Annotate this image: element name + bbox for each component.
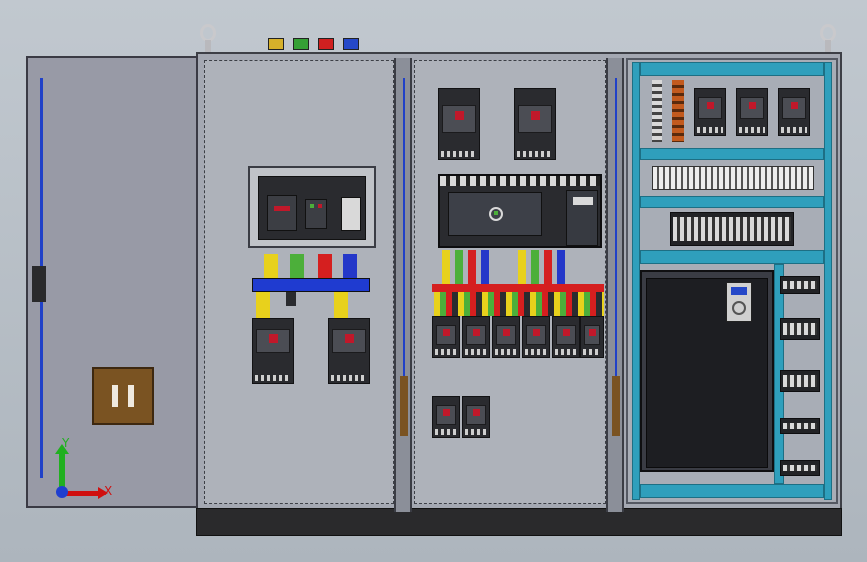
s2-drop-b2 xyxy=(557,250,565,286)
vfd-knob-icon[interactable] xyxy=(732,301,746,315)
s2-drop-b1 xyxy=(481,250,489,286)
top-terminal-cap-blue xyxy=(343,38,359,50)
din-module-4[interactable] xyxy=(780,418,820,434)
acb-trip-unit xyxy=(341,197,361,231)
aux-mccb-3[interactable] xyxy=(778,88,810,136)
door-document-pocket xyxy=(92,367,154,425)
acb-indicator-red xyxy=(274,206,290,211)
din-module-5[interactable] xyxy=(780,460,820,476)
mccb-incomer-2[interactable] xyxy=(514,88,556,160)
top-terminal-cap-yellow xyxy=(268,38,284,50)
wire-duct-row-1 xyxy=(640,148,824,160)
divider-left-hinge xyxy=(400,376,408,436)
ats-selector-dot xyxy=(494,211,498,215)
acb-frame xyxy=(248,166,376,248)
acb-led-red xyxy=(318,204,322,208)
wire-duct-left xyxy=(632,62,640,500)
mcb-5[interactable] xyxy=(552,316,580,358)
vfd-keypad[interactable] xyxy=(726,282,752,322)
mcb-4[interactable] xyxy=(522,316,550,358)
ats-control-panel xyxy=(566,190,598,246)
din-module-3[interactable] xyxy=(780,370,820,392)
wire-duct-row-3 xyxy=(640,250,824,264)
s2-branch-leads xyxy=(434,292,604,316)
terminal-strip-vertical-left xyxy=(652,80,662,142)
pocket-slot-right xyxy=(128,385,134,407)
acb-led-green xyxy=(310,204,314,208)
axis-x-line xyxy=(64,491,98,496)
mcb-2[interactable] xyxy=(462,316,490,358)
mcb-1[interactable] xyxy=(432,316,460,358)
s2-drop-r1 xyxy=(468,250,476,286)
wire-duct-row-2 xyxy=(640,196,824,208)
axis-x-label: X xyxy=(104,484,113,498)
bus-drop-green xyxy=(290,254,304,278)
ats-main-body xyxy=(448,192,542,236)
s2-drop-y1 xyxy=(442,250,450,286)
divider-right xyxy=(606,58,624,512)
aux-mccb-1[interactable] xyxy=(694,88,726,136)
cad-viewport[interactable]: Y X xyxy=(0,0,867,562)
s2-drop-r2 xyxy=(544,250,552,286)
top-terminal-cap-red xyxy=(318,38,334,50)
mcb-3[interactable] xyxy=(492,316,520,358)
mccb-feeder-2[interactable] xyxy=(328,318,370,384)
mccb-incomer-1[interactable] xyxy=(438,88,480,160)
wire-duct-top xyxy=(640,62,824,76)
wire-duct-bottom xyxy=(640,484,824,498)
bus-drop-lower-yellow-2 xyxy=(334,292,348,320)
mccb-feeder-1[interactable] xyxy=(252,318,294,384)
mcb-6[interactable] xyxy=(580,316,604,358)
bus-drop-yellow xyxy=(264,254,278,278)
busbar-horizontal xyxy=(252,278,370,292)
air-circuit-breaker[interactable] xyxy=(258,176,366,240)
vfd-cabinet[interactable] xyxy=(640,270,774,472)
pocket-slot-left xyxy=(112,385,118,407)
axis-y-line xyxy=(59,452,65,488)
top-terminal-cap-green xyxy=(293,38,309,50)
door-latch-icon[interactable] xyxy=(32,266,46,302)
axis-y-label: Y xyxy=(62,436,70,450)
acb-center-panel xyxy=(305,199,327,229)
s2-drop-g2 xyxy=(531,250,539,286)
terminal-strip-vertical-orange xyxy=(672,80,684,142)
terminal-block-row-1 xyxy=(652,166,814,190)
din-module-1[interactable] xyxy=(780,276,820,294)
din-module-2[interactable] xyxy=(780,318,820,340)
divider-left xyxy=(394,58,412,512)
acb-left-panel xyxy=(267,195,297,231)
s2-drop-y2 xyxy=(518,250,526,286)
divider-left-rod xyxy=(403,78,405,378)
s2-busbar-red xyxy=(432,284,604,292)
bus-drop-lower-yellow xyxy=(256,292,270,320)
ats-display xyxy=(573,197,593,205)
vfd-keypad-display xyxy=(731,287,747,295)
divider-right-hinge xyxy=(612,376,620,436)
cabinet-plinth xyxy=(196,508,842,536)
bus-drop-red xyxy=(318,254,332,278)
ats-top-terminals xyxy=(440,176,600,186)
bus-drop-blue xyxy=(343,254,357,278)
ats-controller[interactable] xyxy=(438,174,602,248)
axis-z-origin xyxy=(56,486,68,498)
wire-duct-right xyxy=(824,62,832,500)
bus-drop-lower-dark xyxy=(286,292,296,306)
axis-triad: Y X xyxy=(40,436,113,504)
aux-mccb-2[interactable] xyxy=(736,88,768,136)
divider-right-rod xyxy=(615,78,617,378)
lifting-eye-left-stem xyxy=(205,40,211,52)
mcb-8[interactable] xyxy=(462,396,490,438)
s2-drop-g1 xyxy=(455,250,463,286)
mcb-7[interactable] xyxy=(432,396,460,438)
relay-module-row[interactable] xyxy=(670,212,794,246)
